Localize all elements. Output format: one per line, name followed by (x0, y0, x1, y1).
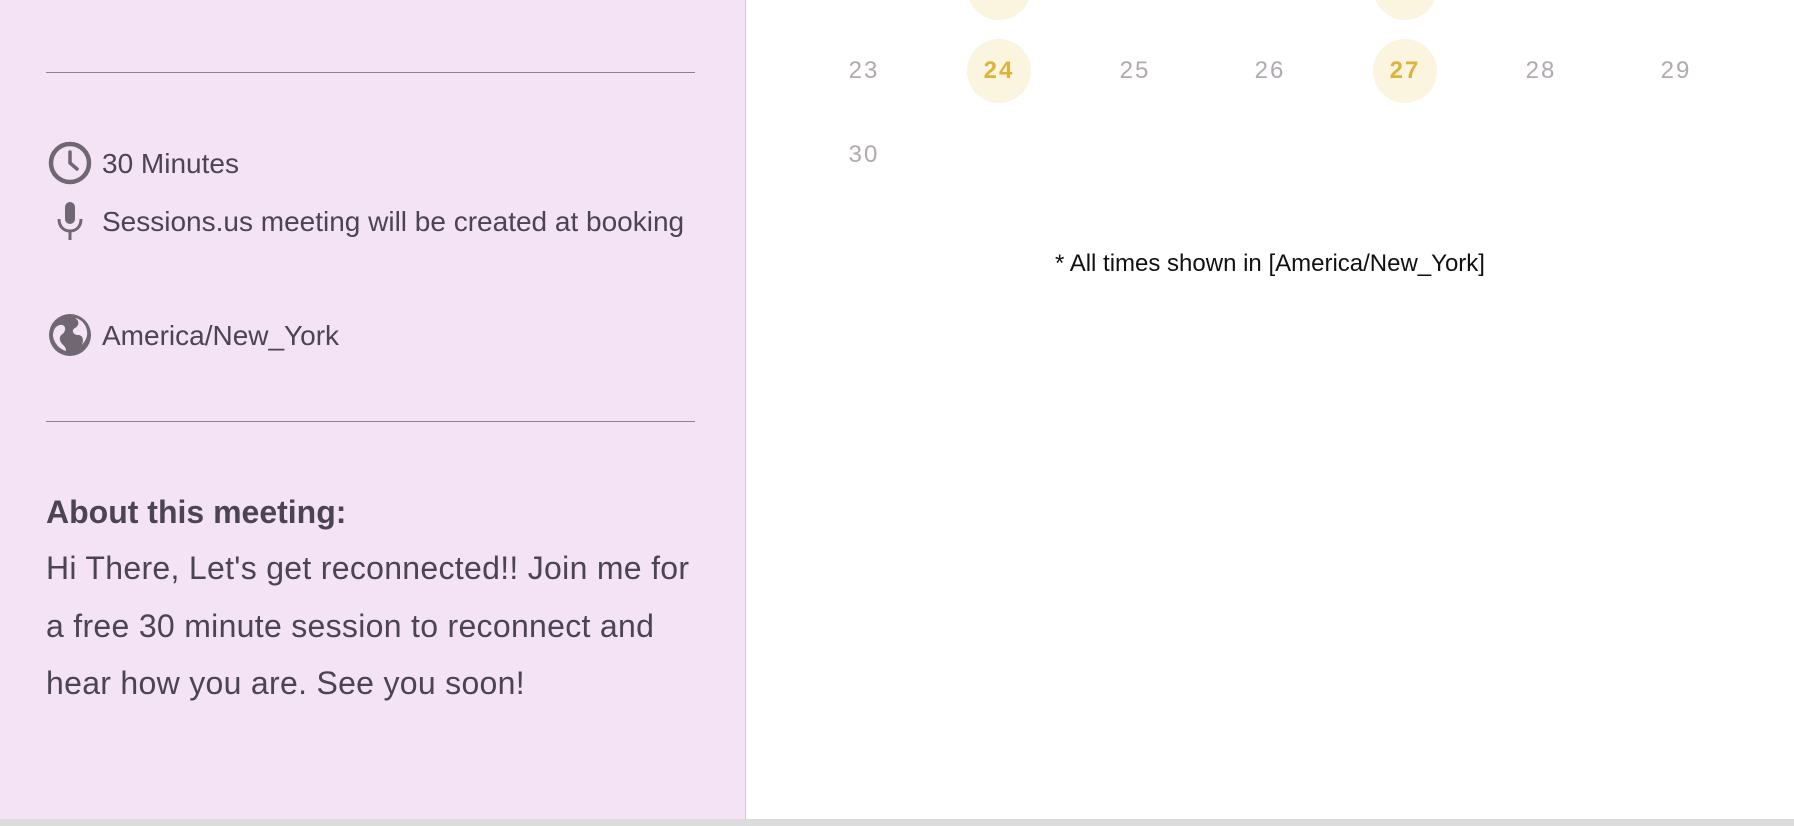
about-title: About this meeting: (46, 494, 347, 530)
meeting-details-sidebar: 30 Minutes Sessions.us meeting will be c… (0, 0, 746, 819)
calendar-day: 30 (848, 141, 880, 168)
calendar-day-available[interactable]: 24 (967, 39, 1031, 103)
calendar-day-available[interactable] (967, 0, 1031, 20)
microphone-icon (46, 197, 94, 245)
calendar-day-available[interactable] (1373, 0, 1437, 20)
calendar-day (1509, 0, 1573, 20)
about-description: Hi There, Let's get reconnected!! Join m… (46, 550, 690, 701)
duration-row: 30 Minutes (46, 135, 239, 192)
divider (46, 72, 695, 73)
calendar-day: 25 (1119, 57, 1151, 84)
timezone-note: * All times shown in [America/New_York] (1055, 250, 1485, 277)
calendar-day (1103, 0, 1167, 20)
duration-text: 30 Minutes (102, 148, 239, 179)
location-row: Sessions.us meeting will be created at b… (46, 193, 706, 250)
calendar-day: 23 (848, 57, 880, 84)
calendar-day: 26 (1254, 57, 1286, 84)
location-text: Sessions.us meeting will be created at b… (102, 206, 685, 237)
timezone-row: America/New_York (46, 307, 339, 364)
timezone-text: America/New_York (102, 320, 340, 351)
window-bottom-edge (0, 819, 1794, 826)
calendar-day: 28 (1525, 57, 1557, 84)
clock-icon (46, 139, 94, 187)
globe-icon (46, 311, 94, 359)
divider (46, 421, 695, 422)
calendar-day (832, 0, 896, 20)
booking-page: 30 Minutes Sessions.us meeting will be c… (0, 0, 1794, 819)
calendar-day: 29 (1660, 57, 1692, 84)
calendar-day (1644, 0, 1708, 20)
calendar-day (1238, 0, 1302, 20)
calendar-panel: 23 24 25 26 27 28 29 30 * All times shown in [A… (746, 0, 1794, 819)
calendar-day-available[interactable]: 27 (1373, 39, 1437, 103)
